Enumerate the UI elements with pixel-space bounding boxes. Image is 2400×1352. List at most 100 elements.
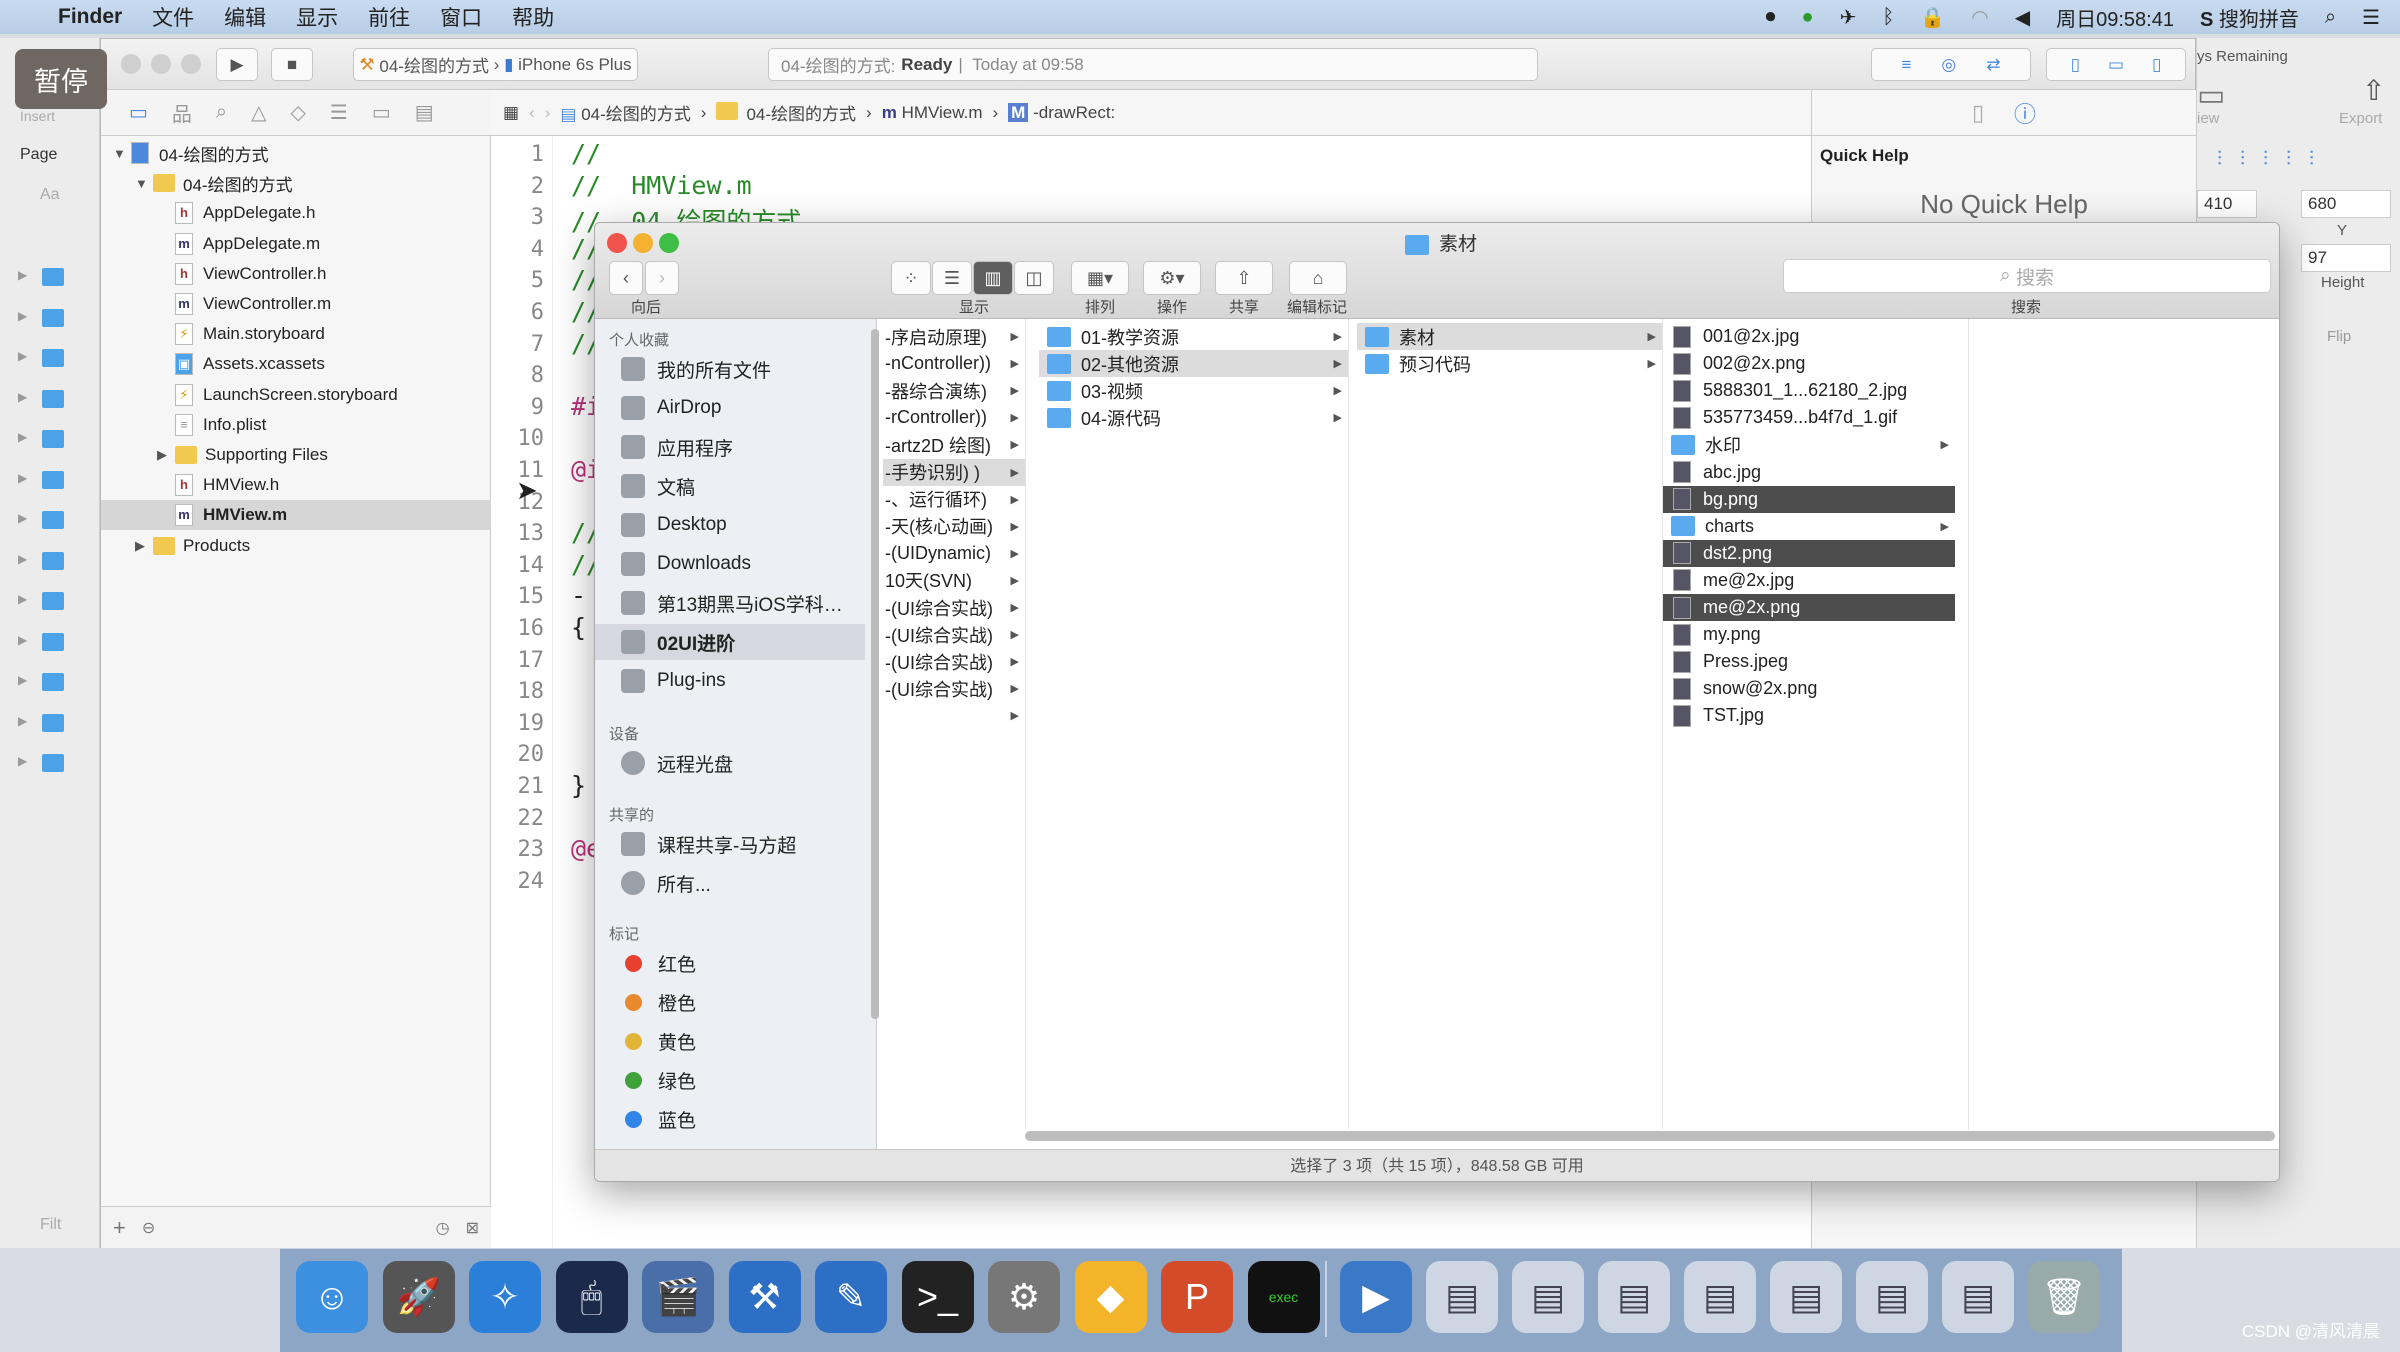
icon-view-button[interactable]: ⁘ (891, 261, 931, 295)
disclosure-triangle-icon[interactable]: ▼ (135, 176, 153, 191)
debug-navigator-icon[interactable]: ☰ (330, 100, 348, 125)
height-field[interactable]: 97 (2301, 244, 2391, 272)
notification-center-icon[interactable]: ☰ (2362, 5, 2380, 30)
finder-item[interactable]: -(UIDynamic) ▶ (883, 540, 1025, 567)
filter-field[interactable]: Filt (40, 1216, 61, 1234)
finder-item[interactable]: my.png (1663, 621, 1955, 648)
view-icon[interactable]: ▭ (2197, 78, 2225, 113)
version-editor-icon[interactable]: ⇄ (1986, 55, 2000, 75)
finder-item[interactable]: -artz2D 绘图) ▶ (883, 431, 1025, 458)
finder-item[interactable]: -(UI综合实战) ▶ (883, 648, 1025, 675)
finder-item[interactable]: dst2.png (1663, 539, 1955, 567)
scheme-selector[interactable]: ⚒ 04-绘图的方式 › ▮ iPhone 6s Plus (353, 48, 638, 81)
issue-navigator-icon[interactable]: △ (251, 100, 266, 125)
finder-item[interactable]: -器综合演练) ▶ (883, 377, 1025, 404)
find-navigator-icon[interactable]: ⌕ (216, 101, 227, 124)
dock-terminal-icon[interactable]: >_ (901, 1261, 974, 1333)
disclosure-triangle-icon[interactable]: ▶ (18, 592, 27, 606)
finder-item[interactable]: me@2x.png (1663, 594, 1955, 621)
menu-file[interactable]: 文件 (152, 2, 194, 32)
disclosure-triangle-icon[interactable]: ▼ (113, 146, 131, 161)
navigator-item[interactable]: h AppDelegate.h (101, 198, 491, 228)
finder-item[interactable]: 预习代码 ▶ (1357, 350, 1662, 377)
dock-quicktime-icon[interactable]: ▶ (1340, 1261, 1412, 1333)
finder-item[interactable]: 001@2x.jpg (1663, 323, 1955, 350)
finder-item[interactable]: 素材 ▶ (1357, 323, 1662, 350)
finder-item[interactable]: TST.jpg (1663, 702, 1955, 729)
dock-window-5-icon[interactable]: ▤ (1770, 1261, 1842, 1333)
finder-item[interactable]: -(UI综合实战) ▶ (883, 621, 1025, 648)
navigator-item[interactable]: ≡ Info.plist (101, 410, 491, 440)
coverflow-view-button[interactable]: ◫ (1014, 261, 1054, 295)
y-field[interactable]: 680 (2301, 190, 2391, 218)
navigator-item[interactable]: h ViewController.h (101, 259, 491, 289)
list-view-button[interactable]: ☰ (932, 261, 972, 295)
jump-project[interactable]: ▤ 04-绘图的方式 (560, 100, 690, 125)
forward-arrow-icon[interactable]: › (545, 103, 551, 123)
report-navigator-icon[interactable]: ▤ (415, 100, 434, 125)
dock-sketch-icon[interactable]: ◆ (1074, 1261, 1147, 1333)
dock-console-icon[interactable]: exec (1247, 1261, 1320, 1333)
disclosure-triangle-icon[interactable]: ▶ (18, 430, 27, 444)
share-button[interactable]: ⇧ (1215, 261, 1273, 295)
action-button[interactable]: ⚙▾ (1143, 261, 1201, 295)
navigator-item[interactable]: m ViewController.m (101, 289, 491, 319)
wifi-icon[interactable]: ◠ (1971, 5, 1988, 30)
dock-window-4-icon[interactable]: ▤ (1684, 1261, 1756, 1333)
sidebar-item[interactable]: 02UI进阶 (595, 624, 865, 660)
disclosure-triangle-icon[interactable]: ▶ (18, 754, 27, 768)
navigator-item[interactable]: h HMView.h (101, 470, 491, 500)
dock-launchpad-icon[interactable]: 🚀 (382, 1261, 455, 1333)
sidebar-item[interactable]: 第13期黑马iOS学科… (595, 585, 865, 621)
finder-item[interactable]: bg.png (1663, 485, 1955, 513)
finder-item[interactable]: 5888301_1...62180_2.jpg (1663, 377, 1955, 404)
finder-item[interactable]: -、运行循环) ▶ (883, 486, 1025, 513)
sidebar-item[interactable]: 课程共享-马方超 (595, 826, 865, 862)
arrange-button[interactable]: ▦▾ (1071, 261, 1129, 295)
navigator-item[interactable]: ▣ Assets.xcassets (101, 349, 491, 379)
dock-keynote-icon[interactable]: 🎬 (642, 1261, 714, 1333)
finder-item[interactable]: 535773459...b4f7d_1.gif (1663, 404, 1955, 431)
run-button[interactable]: ▶ (216, 48, 258, 81)
add-icon[interactable]: + (113, 1215, 126, 1241)
disclosure-triangle-icon[interactable]: ▶ (18, 309, 27, 323)
navigator-item[interactable]: ⚡ LaunchScreen.storyboard (101, 380, 491, 410)
dock-window-3-icon[interactable]: ▤ (1598, 1261, 1670, 1333)
assistant-editor-icon[interactable]: ◎ (1941, 55, 1956, 75)
menu-go[interactable]: 前往 (368, 2, 410, 32)
scm-filter-icon[interactable]: ⊠ (466, 1218, 479, 1238)
sidebar-item[interactable]: 我的所有文件 (595, 351, 865, 387)
finder-item[interactable]: -序启动原理) ▶ (883, 323, 1025, 350)
sidebar-tag[interactable]: 绿色 (595, 1062, 865, 1098)
sidebar-item[interactable]: Plug-ins (595, 663, 865, 699)
back-arrow-icon[interactable]: ‹ (529, 103, 535, 123)
menu-help[interactable]: 帮助 (512, 2, 554, 32)
forward-button[interactable]: › (645, 261, 679, 295)
navigator-item[interactable]: ⚡ Main.storyboard (101, 319, 491, 349)
sidebar-item[interactable]: 应用程序 (595, 429, 865, 465)
jump-method[interactable]: M -drawRect: (1008, 102, 1115, 123)
sidebar-tag[interactable]: 橙色 (595, 984, 865, 1020)
align-icons[interactable]: ⫶⫶⫶⫶⫶ (2217, 148, 2332, 171)
standard-editor-icon[interactable]: ≡ (1901, 55, 1911, 75)
disclosure-triangle-icon[interactable]: ▶ (18, 268, 27, 282)
finder-item[interactable]: charts ▶ (1663, 513, 1955, 540)
disclosure-triangle-icon[interactable]: ▶ (18, 349, 27, 363)
quick-help-icon[interactable]: ⓘ (2014, 97, 2036, 129)
sidebar-tag[interactable]: 蓝色 (595, 1101, 865, 1137)
disclosure-triangle-icon[interactable]: ▶ (135, 538, 153, 554)
status-app-icon[interactable]: ● (1801, 6, 1813, 29)
dock-finder-icon[interactable]: ☺ (296, 1261, 368, 1333)
menu-app-finder[interactable]: Finder (58, 5, 122, 29)
navigator-item[interactable]: ▼ 04-绘图的方式 (101, 168, 491, 198)
jump-file[interactable]: m HMView.m (882, 103, 983, 123)
project-navigator-icon[interactable]: ▭ (129, 100, 148, 125)
disclosure-triangle-icon[interactable]: ▶ (18, 552, 27, 566)
navigator-item[interactable]: ▶ Products (101, 531, 491, 561)
jump-group[interactable]: 04-绘图的方式 (716, 100, 856, 125)
minimize-button[interactable] (151, 54, 171, 74)
finder-item[interactable]: 04-源代码 ▶ (1039, 404, 1348, 431)
finder-item[interactable]: -天(核心动画) ▶ (883, 513, 1025, 540)
volume-icon[interactable]: ◀ (2015, 5, 2030, 30)
file-inspector-icon[interactable]: ▯ (1972, 100, 1984, 126)
